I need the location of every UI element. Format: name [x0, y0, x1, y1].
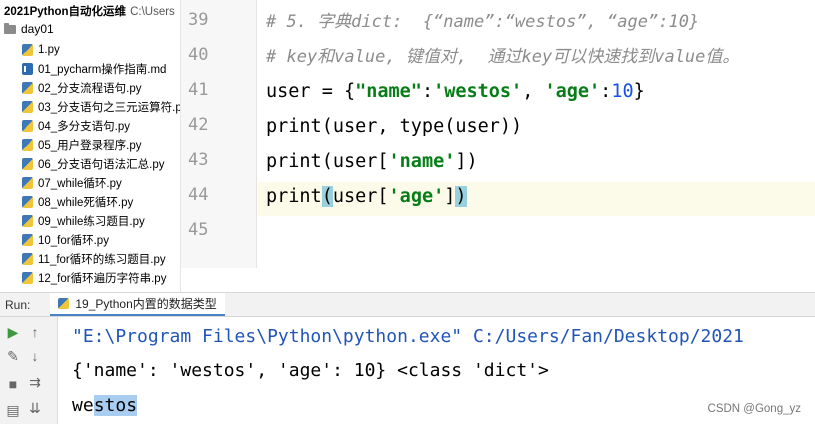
project-root[interactable]: 2021Python自动化运维 C:\Users: [4, 3, 175, 19]
file-item[interactable]: 10_for循环.py: [22, 230, 180, 249]
code-token: ]: [444, 186, 456, 207]
file-item[interactable]: 11_for循环的练习题目.py: [22, 249, 180, 268]
watermark: CSDN @Gong_yz: [707, 403, 801, 415]
file-name: 05_用户登录程序.py: [38, 139, 142, 152]
rerun-icon[interactable]: ▶: [4, 323, 22, 341]
string-token: "name": [355, 81, 422, 102]
console-line: {'name': 'westos', 'age': 10} <class 'di…: [72, 360, 549, 381]
code-token: print(user[: [266, 151, 389, 172]
file-item[interactable]: 04_多分支语句.py: [22, 116, 180, 135]
string-token: 'age': [388, 186, 445, 207]
code-token: print: [266, 186, 322, 207]
console-line: "E:\Program Files\Python\python.exe" C:/…: [72, 326, 744, 347]
code-token: :: [600, 81, 612, 102]
folder-day01[interactable]: day01: [4, 22, 54, 36]
python-file-icon: [22, 157, 33, 170]
file-item[interactable]: 05_用户登录程序.py: [22, 135, 180, 154]
console-output[interactable]: "E:\Program Files\Python\python.exe" C:/…: [58, 317, 815, 424]
file-item[interactable]: 12_for循环遍历字符串.py: [22, 268, 180, 287]
python-file-icon: [22, 138, 33, 151]
file-item[interactable]: 1.py: [22, 40, 180, 59]
file-name: 09_while练习题目.py: [38, 215, 145, 228]
run-tab[interactable]: 19_Python内置的数据类型: [50, 293, 225, 316]
python-file-icon: [22, 271, 33, 284]
file-item[interactable]: 08_while死循环.py: [22, 192, 180, 211]
code-token: :: [421, 81, 434, 102]
file-name: 08_while死循环.py: [38, 196, 134, 209]
file-name: 10_for循环.py: [38, 234, 109, 247]
file-item[interactable]: 02_分支流程语句.py: [22, 78, 180, 97]
python-file-icon: [22, 119, 33, 132]
python-file-icon: [22, 252, 33, 265]
markdown-file-icon: [22, 62, 35, 75]
wrench-icon[interactable]: ✎: [4, 347, 22, 365]
run-label: Run:: [5, 297, 31, 312]
project-title: 2021Python自动化运维: [4, 6, 127, 18]
project-path: C:\Users: [130, 6, 175, 18]
code-editor[interactable]: 39 40 41 42 43 44 45 # 5. 字典dict: {“name…: [180, 0, 815, 292]
file-item[interactable]: 09_while练习题目.py: [22, 211, 180, 230]
code-line-41: user = {"name":'westos', 'age':10}: [266, 78, 645, 106]
code-line-42: print(user, type(user)): [266, 116, 523, 137]
code-token: ]): [455, 151, 478, 172]
code-token: }: [633, 81, 645, 102]
code-line-40: # key和value, 键值对, 通过key可以快速找到value值。: [266, 47, 740, 67]
string-token: 'age': [544, 81, 601, 102]
code-token: user = {: [266, 81, 356, 102]
code-line-43: print(user['name']): [266, 148, 478, 176]
python-file-icon: [58, 298, 70, 309]
python-file-icon: [22, 214, 33, 227]
soft-wrap-icon[interactable]: ⇉: [26, 373, 44, 391]
python-file-icon: [22, 195, 33, 208]
folder-icon: [4, 22, 16, 34]
string-token: 'name': [388, 151, 456, 172]
matched-paren: ): [455, 186, 467, 207]
python-file-icon: [22, 176, 33, 189]
matched-paren: (: [321, 186, 333, 207]
scroll-to-end-icon[interactable]: ⇊: [26, 399, 44, 417]
selected-text: stos: [93, 395, 138, 416]
file-name: 03_分支语句之三元运算符.p: [38, 101, 180, 114]
arrow-up-icon[interactable]: ↑: [26, 323, 44, 341]
file-item[interactable]: 01_pycharm操作指南.md: [22, 59, 180, 78]
number-token: 10: [611, 81, 634, 102]
code-area[interactable]: # 5. 字典dict: {“name”:“westos”, “age”:10}…: [181, 0, 815, 268]
code-token: ,: [522, 81, 545, 102]
code-line-39: # 5. 字典dict: {“name”:“westos”, “age”:10}: [266, 12, 700, 32]
code-line-44: print(user['age']): [266, 183, 467, 211]
editor-bottom-area: [181, 268, 815, 292]
console-text: we: [72, 395, 94, 416]
string-token: 'westos': [433, 81, 523, 102]
python-file-icon: [22, 233, 33, 246]
stop-icon[interactable]: ■: [4, 375, 22, 393]
file-name: 07_while循环.py: [38, 177, 122, 190]
python-file-icon: [22, 100, 33, 113]
file-list: 1.py 01_pycharm操作指南.md 02_分支流程语句.py 03_分…: [22, 40, 180, 287]
project-panel: 2021Python自动化运维 C:\Users day01 1.py 01_py…: [0, 0, 180, 292]
file-name: 02_分支流程语句.py: [38, 82, 142, 95]
run-header: Run: 19_Python内置的数据类型: [0, 292, 815, 317]
file-name: 04_多分支语句.py: [38, 120, 131, 133]
file-name: 06_分支语句语法汇总.py: [38, 158, 165, 171]
run-tab-label: 19_Python内置的数据类型: [75, 297, 217, 311]
file-name: 1.py: [38, 43, 60, 56]
arrow-down-icon[interactable]: ↓: [26, 347, 44, 365]
file-item[interactable]: 03_分支语句之三元运算符.p: [22, 97, 180, 116]
file-name: 01_pycharm操作指南.md: [38, 63, 167, 76]
folder-label: day01: [21, 22, 54, 36]
file-item[interactable]: 06_分支语句语法汇总.py: [22, 154, 180, 173]
file-item[interactable]: 07_while循环.py: [22, 173, 180, 192]
code-token: user[: [332, 186, 389, 207]
layout-icon[interactable]: ▤: [4, 401, 22, 419]
console-line: westos: [72, 395, 138, 416]
python-file-icon: [22, 43, 33, 56]
run-toolbar: ▶ ↑ ✎ ↓ ■ ⇉ ▤ ⇊: [0, 317, 58, 424]
file-name: 11_for循环的练习题目.py: [38, 253, 166, 266]
python-file-icon: [22, 81, 33, 94]
file-name: 12_for循环遍历字符串.py: [38, 272, 167, 285]
